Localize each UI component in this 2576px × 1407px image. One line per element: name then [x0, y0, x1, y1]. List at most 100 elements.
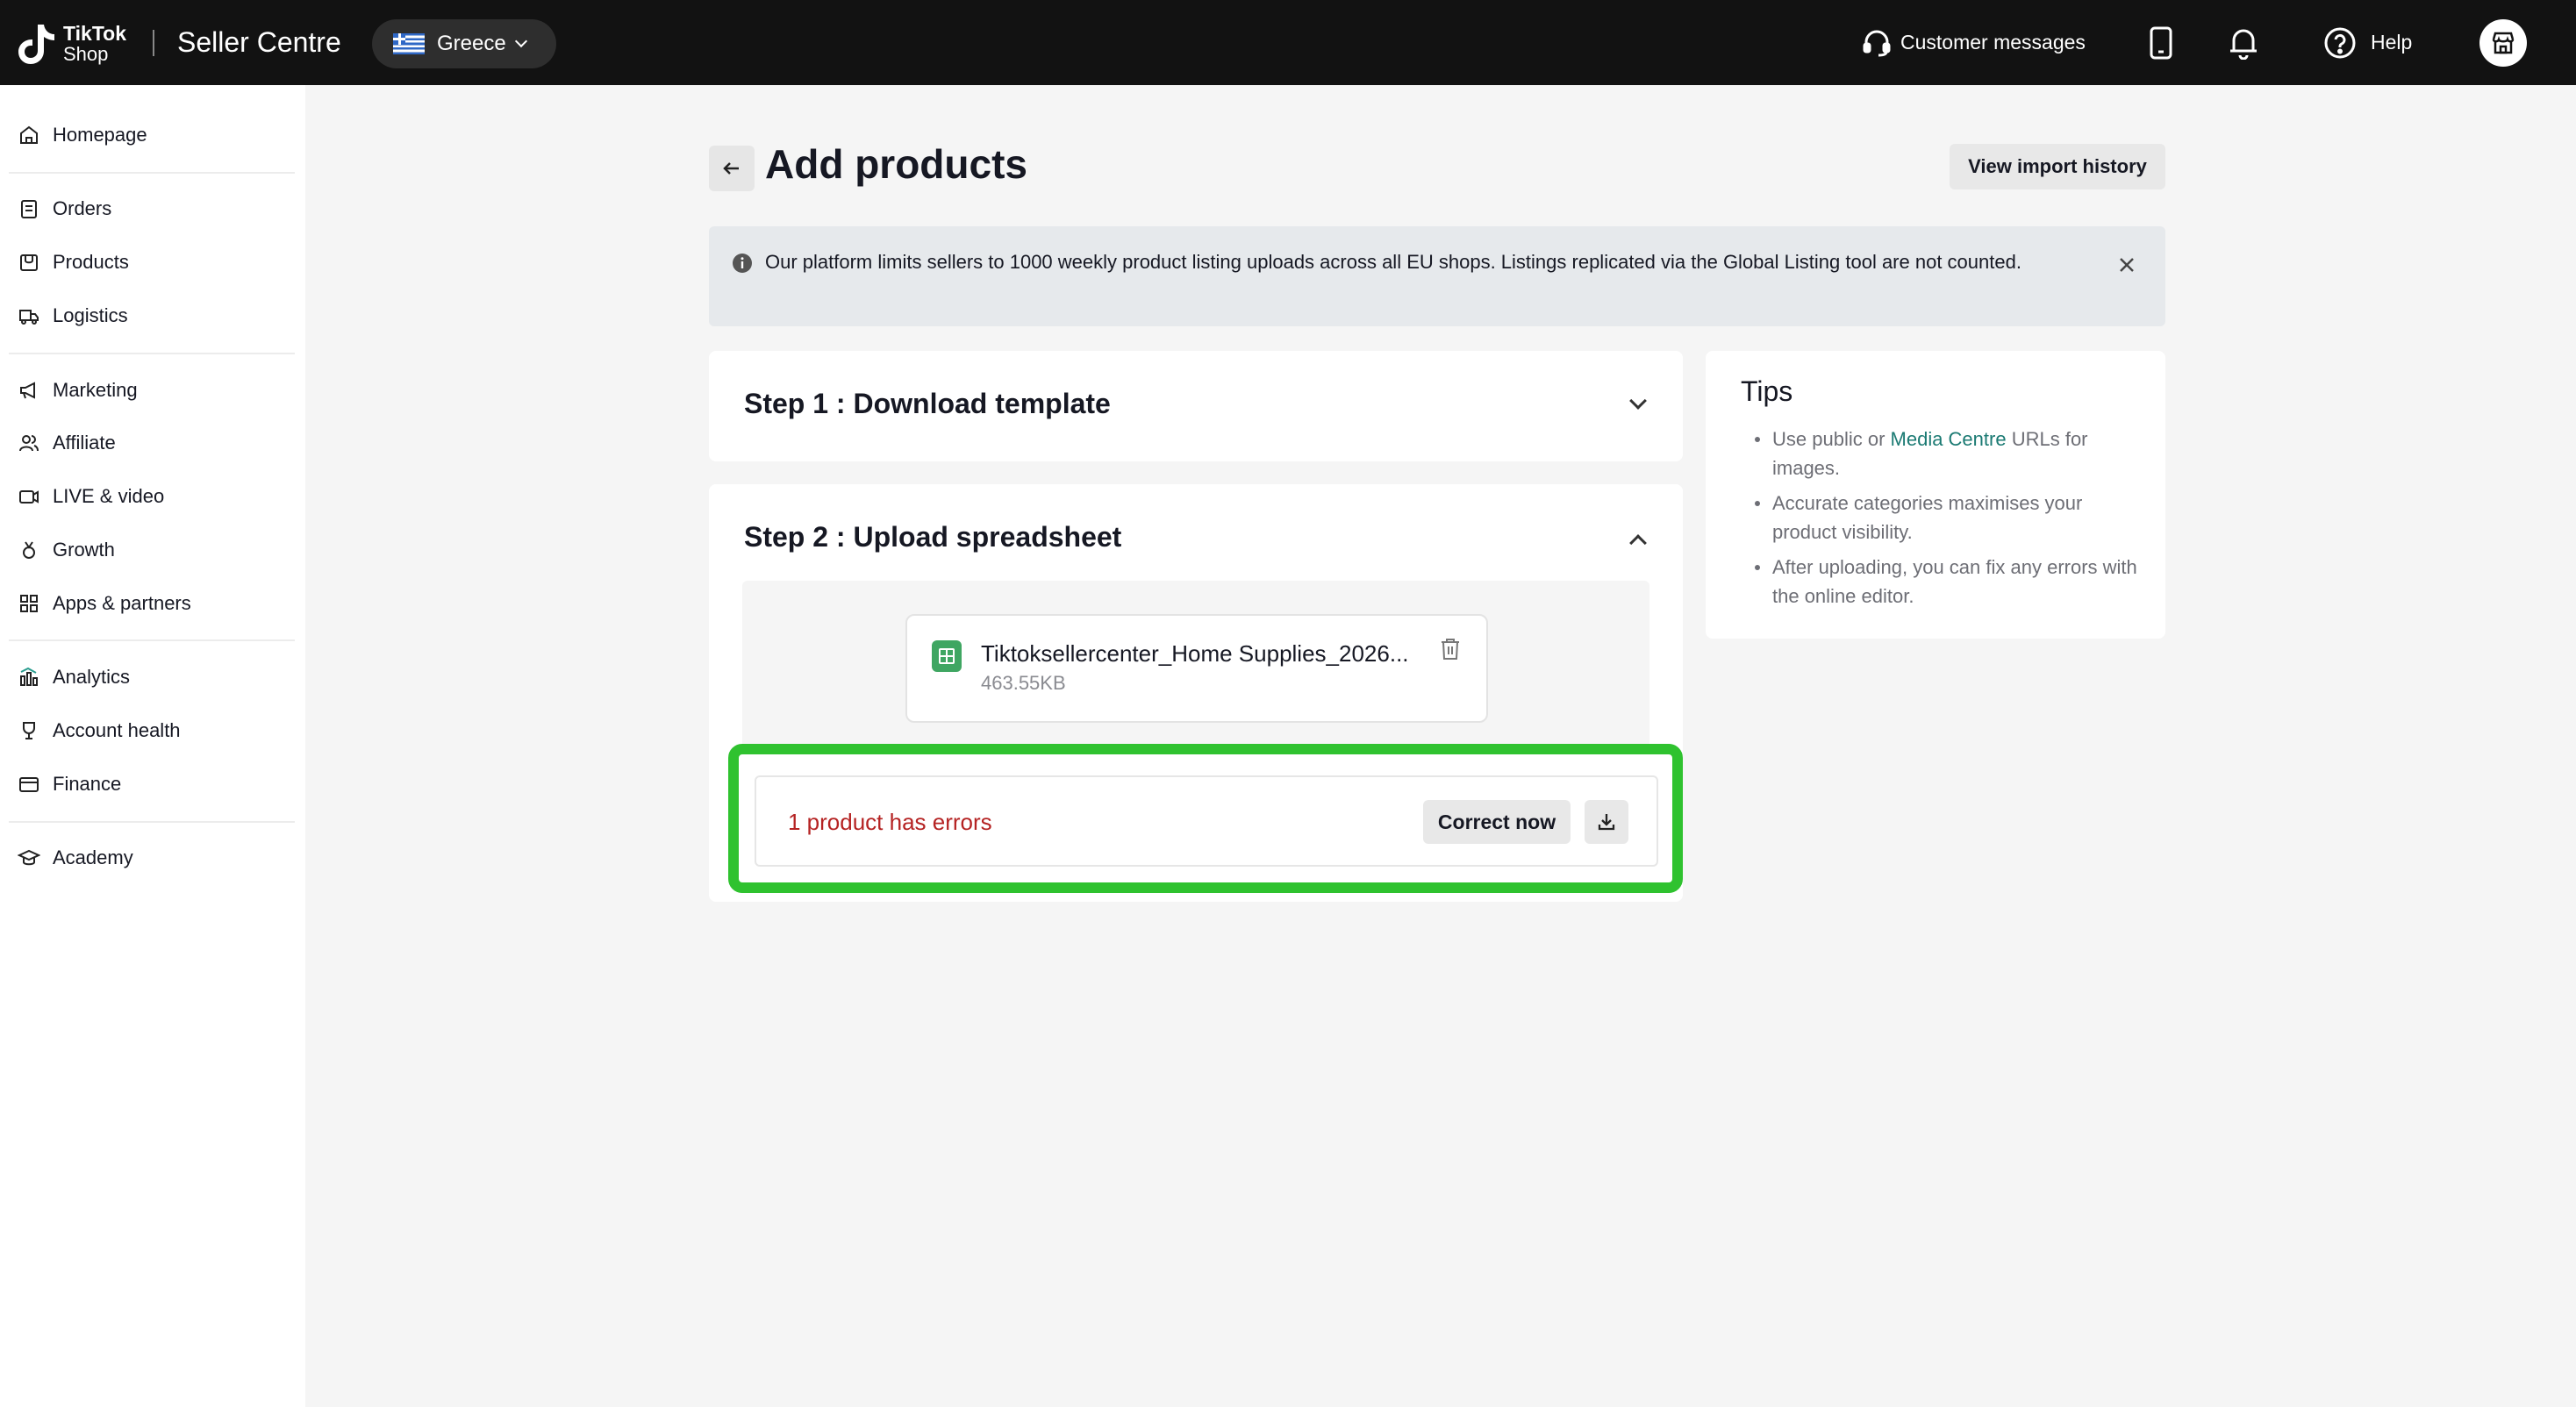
bell-icon — [2230, 29, 2257, 60]
logo-line2: Shop — [63, 43, 109, 65]
sidebar-item-account-health[interactable]: Account health — [18, 713, 181, 748]
customer-messages-label: Customer messages — [1900, 31, 2086, 54]
error-text: 1 product has errors — [788, 809, 992, 835]
home-icon — [20, 125, 38, 144]
view-import-history-button[interactable]: View import history — [1950, 144, 2165, 189]
sidebar-item-label: Academy — [53, 846, 133, 868]
sidebar-item-label: Affiliate — [53, 432, 116, 454]
sidebar-divider — [9, 353, 295, 354]
banner-text: Our platform limits sellers to 1000 week… — [765, 251, 2021, 273]
graduation-icon — [18, 849, 40, 866]
headset-icon — [1863, 30, 1891, 56]
back-button[interactable] — [709, 146, 755, 191]
sidebar: Homepage Orders Products Logistics Marke… — [0, 85, 305, 1407]
sidebar-divider — [9, 172, 295, 174]
spreadsheet-icon — [932, 640, 962, 672]
sidebar-item-label: LIVE & video — [53, 485, 165, 507]
sidebar-item-label: Marketing — [53, 379, 138, 401]
download-errors-button[interactable] — [1585, 800, 1628, 844]
shop-avatar[interactable] — [2479, 19, 2527, 67]
upload-area: Tiktoksellercenter_Home Supplies_2026...… — [742, 581, 1649, 753]
sidebar-item-finance[interactable]: Finance — [18, 767, 121, 802]
sidebar-item-marketing[interactable]: Marketing — [18, 373, 138, 408]
correct-now-button[interactable]: Correct now — [1423, 800, 1571, 844]
region-selector[interactable]: Greece — [372, 19, 556, 68]
sidebar-item-live-video[interactable]: LIVE & video — [18, 479, 164, 514]
medal-icon — [23, 541, 35, 559]
tip-item: Use public or Media Centre URLs for imag… — [1755, 425, 2141, 482]
trash-icon[interactable] — [1439, 637, 1462, 661]
chart-icon — [20, 667, 38, 686]
tip-item: After uploading, you can fix any errors … — [1755, 553, 2141, 611]
notifications-button[interactable] — [2229, 0, 2258, 85]
sidebar-item-label: Apps & partners — [53, 592, 191, 614]
sidebar-item-academy[interactable]: Academy — [18, 840, 133, 875]
sidebar-item-label: Analytics — [53, 666, 131, 688]
app-title: Seller Centre — [177, 26, 341, 58]
sidebar-item-label: Account health — [53, 719, 181, 741]
tip-text: Use public or — [1772, 428, 1891, 450]
error-highlight: 1 product has errors Correct now — [728, 744, 1683, 893]
arrow-left-icon — [723, 162, 739, 175]
sidebar-item-products[interactable]: Products — [18, 245, 129, 280]
help-button[interactable]: Help — [2323, 0, 2412, 85]
sidebar-item-label: Products — [53, 251, 129, 273]
customer-messages-button[interactable]: Customer messages — [1862, 0, 2086, 85]
error-summary: 1 product has errors Correct now — [755, 775, 1658, 867]
chevron-down-icon[interactable] — [1629, 392, 1647, 410]
tips-title: Tips — [1741, 375, 1793, 407]
sidebar-item-label: Finance — [53, 773, 122, 795]
close-icon[interactable] — [2116, 254, 2137, 275]
store-icon — [2492, 32, 2515, 54]
wallet-icon — [19, 777, 39, 792]
uploaded-file-card: Tiktoksellercenter_Home Supplies_2026...… — [905, 614, 1488, 723]
sidebar-item-label: Growth — [53, 539, 115, 561]
sidebar-item-growth[interactable]: Growth — [18, 532, 115, 568]
step1-title: Step 1 : Download template — [744, 388, 1111, 419]
region-label: Greece — [437, 32, 506, 55]
chevron-down-icon — [514, 34, 527, 48]
truck-icon — [19, 310, 39, 325]
logo-line1: TikTok — [63, 22, 126, 45]
download-icon — [1598, 814, 1615, 831]
sidebar-item-label: Logistics — [53, 304, 128, 326]
file-name: Tiktoksellercenter_Home Supplies_2026... — [981, 640, 1409, 667]
chevron-up-icon[interactable] — [1629, 534, 1647, 552]
top-bar: TikTok Shop Seller Centre Greece Custome… — [0, 0, 2576, 85]
tiktok-shop-logo[interactable]: TikTok Shop — [18, 23, 126, 65]
info-banner: Our platform limits sellers to 1000 week… — [709, 226, 2165, 326]
media-centre-link[interactable]: Media Centre — [1891, 428, 2007, 450]
step2-title: Step 2 : Upload spreadsheet — [744, 521, 1122, 553]
apps-icon — [20, 595, 38, 612]
sidebar-divider — [9, 639, 295, 641]
sidebar-item-logistics[interactable]: Logistics — [18, 298, 128, 333]
tips-list: Use public or Media Centre URLs for imag… — [1755, 425, 2141, 617]
sidebar-item-label: Orders — [53, 197, 112, 219]
page-title: Add products — [765, 141, 1027, 187]
logo-separator — [153, 30, 154, 56]
tiktok-logo-icon — [18, 25, 54, 64]
sidebar-item-homepage[interactable]: Homepage — [18, 118, 147, 153]
video-icon — [19, 490, 39, 504]
tip-item: Accurate categories maximises your produ… — [1755, 489, 2141, 546]
file-size: 463.55KB — [981, 672, 1066, 694]
greece-flag-icon — [393, 33, 425, 54]
users-icon — [19, 435, 39, 452]
products-icon — [20, 254, 38, 271]
sidebar-item-apps-partners[interactable]: Apps & partners — [18, 586, 191, 621]
phone-icon — [2150, 26, 2172, 59]
sidebar-item-affiliate[interactable]: Affiliate — [18, 425, 116, 461]
step1-card[interactable]: Step 1 : Download template — [709, 351, 1683, 461]
tips-card: Tips Use public or Media Centre URLs for… — [1706, 351, 2165, 639]
sidebar-item-analytics[interactable]: Analytics — [18, 660, 130, 695]
sidebar-item-label: Homepage — [53, 124, 147, 146]
sidebar-item-orders[interactable]: Orders — [18, 191, 111, 226]
mobile-button[interactable] — [2148, 0, 2174, 85]
megaphone-icon — [20, 382, 35, 399]
help-label: Help — [2371, 31, 2413, 54]
info-icon — [733, 254, 752, 273]
help-icon — [2324, 27, 2356, 58]
sidebar-divider — [9, 821, 295, 823]
orders-icon — [21, 200, 37, 218]
trophy-icon — [23, 722, 35, 739]
